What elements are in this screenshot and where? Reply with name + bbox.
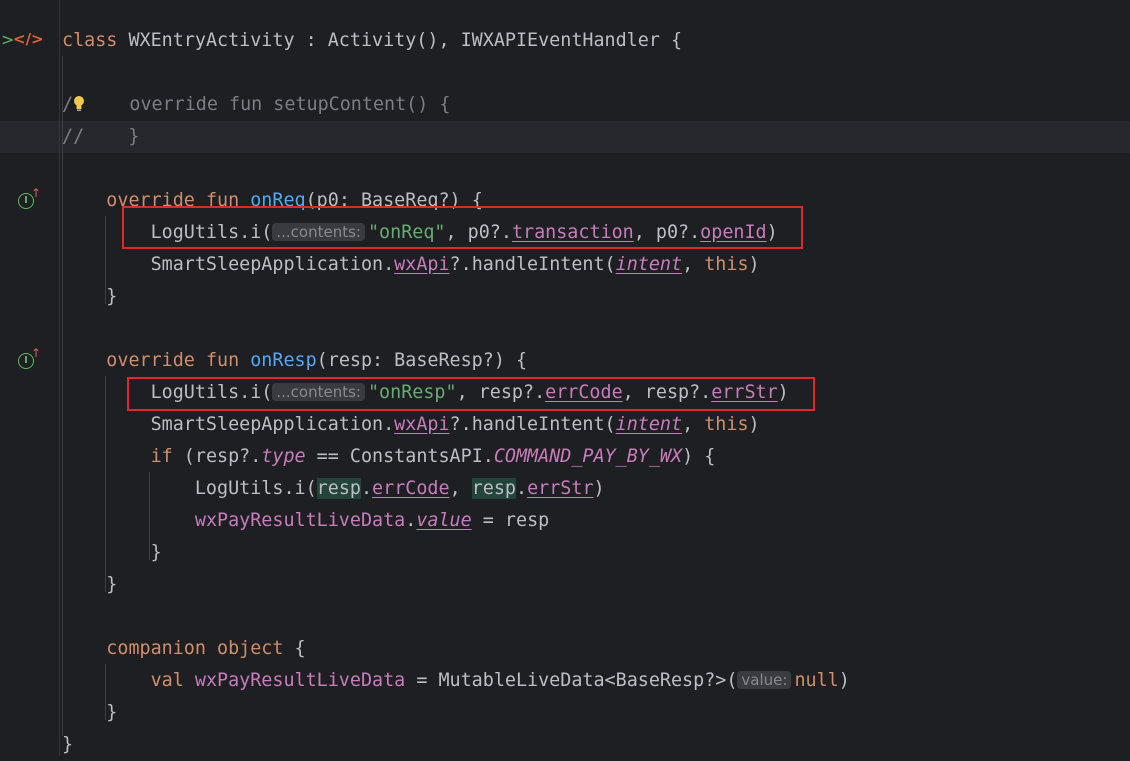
code-line[interactable]: val wxPayResultLiveData = MutableLiveDat… — [62, 665, 850, 697]
code-token: errStr — [527, 478, 594, 499]
editor-gutter[interactable] — [0, 0, 55, 756]
code-token: / — [62, 94, 74, 115]
code-line[interactable]: // } — [62, 121, 140, 153]
code-token: resp — [471, 478, 517, 499]
code-token: this — [704, 414, 749, 435]
code-token: COMMAND_PAY_BY_WX — [493, 446, 683, 467]
code-token: } — [62, 574, 118, 595]
code-token: override fun setupContent() { — [85, 94, 451, 115]
annotation-box-onreq-log — [122, 206, 803, 249]
code-token: null — [794, 670, 839, 691]
code-token: resp — [316, 478, 361, 499]
code-line[interactable]: wxPayResultLiveData.value = resp — [62, 505, 549, 537]
code-token: == ConstantsAPI. — [305, 446, 494, 467]
code-token: ) — [593, 478, 605, 499]
code-token: = resp — [471, 510, 550, 531]
code-token: ) { — [682, 446, 716, 467]
code-line[interactable]: } — [62, 281, 117, 313]
code-token: (resp?. — [183, 446, 262, 467]
code-token: } — [62, 702, 118, 723]
code-line[interactable]: if (resp?.type == ConstantsAPI.COMMAND_P… — [62, 441, 716, 473]
code-token: override fun — [106, 350, 251, 371]
gutter-separator — [59, 0, 60, 756]
code-token: , — [449, 478, 472, 499]
code-token: // } — [62, 126, 140, 147]
code-token: errCode — [372, 478, 450, 499]
code-token: } — [62, 286, 118, 307]
code-line[interactable]: } — [62, 569, 117, 601]
code-token: if — [150, 446, 184, 467]
code-token: SmartSleepApplication. — [62, 414, 395, 435]
code-token: } — [62, 734, 74, 755]
code-token: WXEntryActivity : Activity(), IWXAPIEven… — [128, 30, 683, 51]
code-token: { — [294, 638, 306, 659]
code-token: onResp — [250, 350, 317, 371]
code-line[interactable]: SmartSleepApplication.wxApi?.handleInten… — [62, 409, 760, 441]
code-token: wxApi — [394, 414, 450, 435]
code-token: companion object — [106, 638, 295, 659]
code-line[interactable]: LogUtils.i(resp.errCode, resp.errStr) — [62, 473, 605, 505]
code-token: type — [261, 446, 306, 467]
code-token: val — [150, 670, 195, 691]
annotation-box-onresp-log — [127, 377, 815, 411]
code-token: intent — [615, 254, 683, 275]
code-token: , — [682, 414, 705, 435]
code-token: value — [416, 510, 472, 531]
code-token: ) — [748, 414, 760, 435]
code-editor[interactable]: > </> I ↑ I ↑ class WXEntryActivity : Ac… — [0, 0, 1130, 756]
code-token: . — [516, 478, 528, 499]
code-token: wxPayResultLiveData — [194, 670, 406, 691]
code-token: LogUtils.i( — [62, 478, 317, 499]
lightbulb-icon[interactable] — [73, 94, 85, 115]
code-token: ) — [838, 670, 850, 691]
tag-icon[interactable]: </> — [13, 30, 44, 48]
code-token: SmartSleepApplication. — [62, 254, 395, 275]
code-token: . — [360, 478, 373, 499]
code-token: class — [62, 30, 129, 51]
code-line[interactable]: } — [62, 729, 73, 761]
code-token: wxPayResultLiveData — [194, 510, 406, 531]
parameter-hint: value: — [737, 671, 792, 689]
code-token: (resp: BaseResp?) { — [316, 350, 528, 371]
code-token: intent — [615, 414, 683, 435]
override-arrow-icon[interactable]: ↑ — [31, 186, 41, 200]
code-token: ?.handleIntent( — [449, 414, 616, 435]
code-token: ) — [748, 254, 760, 275]
code-token: , — [682, 254, 705, 275]
override-arrow-icon[interactable]: ↑ — [31, 346, 41, 360]
code-line[interactable]: override fun onResp(resp: BaseResp?) { — [62, 345, 527, 377]
code-token: ?.handleIntent( — [449, 254, 616, 275]
code-token: = MutableLiveData<BaseResp?>( — [405, 670, 738, 691]
current-line-highlight — [0, 121, 1130, 153]
code-line[interactable]: companion object { — [62, 633, 306, 665]
code-token: wxApi — [394, 254, 450, 275]
code-line[interactable]: class WXEntryActivity : Activity(), IWXA… — [62, 25, 682, 57]
code-line[interactable]: } — [62, 697, 117, 729]
code-token: this — [704, 254, 749, 275]
code-line[interactable]: SmartSleepApplication.wxApi?.handleInten… — [62, 249, 760, 281]
code-line[interactable]: } — [62, 537, 162, 569]
code-token: . — [405, 510, 417, 531]
code-line[interactable]: / override fun setupContent() { — [62, 89, 450, 121]
code-token: } — [62, 542, 162, 563]
